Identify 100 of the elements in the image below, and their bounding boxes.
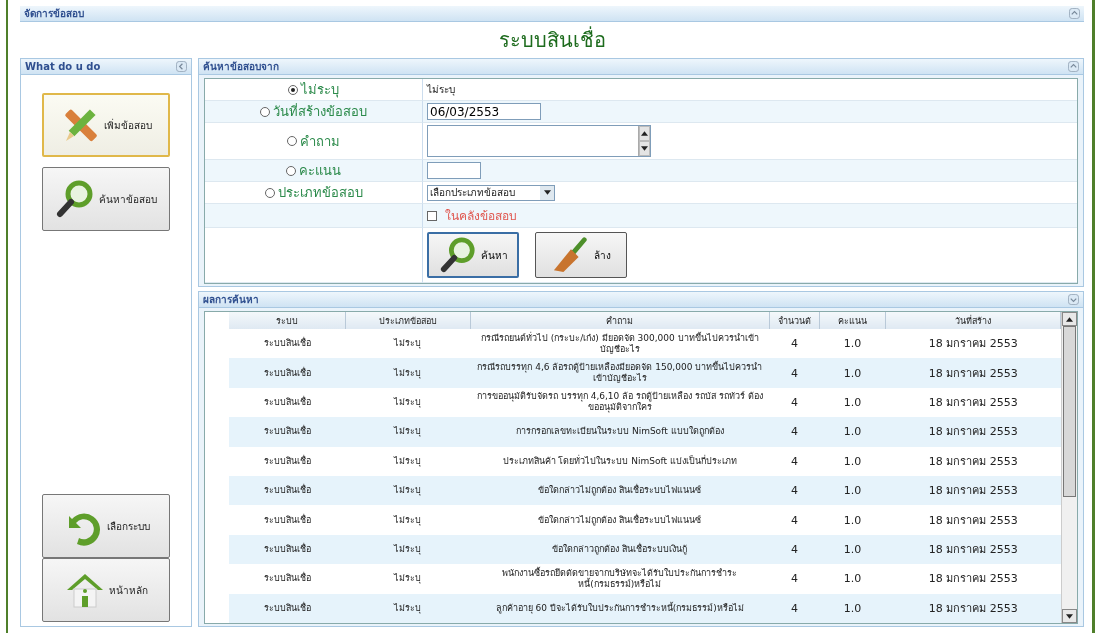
score-field[interactable]: [427, 162, 481, 179]
table-cell: ไม่ระบุ: [345, 446, 471, 476]
collapse-icon: [1069, 8, 1080, 19]
table-cell: 18 มกราคม 2553: [885, 475, 1061, 506]
radio-label: ประเภทข้อสอบ: [277, 184, 363, 202]
table-cell: 18 มกราคม 2553: [885, 417, 1061, 447]
table-cell: ระบบสินเชื่อ: [229, 593, 346, 623]
radio-button[interactable]: [264, 187, 275, 198]
table-cell: 1.0: [819, 387, 886, 418]
table-cell: ระบบสินเชื่อ: [229, 417, 346, 447]
table-cell: 18 มกราคม 2553: [885, 387, 1061, 418]
scrollbar[interactable]: [1061, 312, 1077, 623]
table-cell: 18 มกราคม 2553: [885, 505, 1061, 535]
value-text: ไม่ระบุ: [427, 83, 455, 97]
sidebar-title: What do u do: [25, 61, 101, 72]
table-cell: ระบบสินเชื่อ: [229, 387, 346, 418]
column-header[interactable]: วันที่สร้าง: [885, 312, 1061, 329]
table-cell: กรณีรถยนต์ทั่วไป (กระบะ/เก๋ง) มียอดจัด 300,000 บาทขึ้นไปควรนำเข้าบัญชีอะไร: [470, 329, 770, 359]
sidebar-button[interactable]: ค้นหาข้อสอบ: [42, 167, 170, 231]
question-field[interactable]: [427, 125, 651, 157]
table-cell: 4: [769, 329, 820, 359]
table-cell: 1.0: [819, 475, 886, 506]
type-dropdown[interactable]: เลือกประเภทข้อสอบ: [427, 184, 555, 201]
table-cell: 18 มกราคม 2553: [885, 358, 1061, 388]
table-cell: พนักงานซื้อรถยึดตัดขายจากบริษัทจะได้รับใบประกันการชำระหนี้(กรมธรรม์)หรือไม่: [470, 564, 770, 594]
table-cell: ระบบสินเชื่อ: [229, 329, 346, 359]
radio-button[interactable]: [288, 84, 298, 95]
table-cell: 4: [769, 417, 820, 447]
table-cell: 18 มกราคม 2553: [885, 564, 1061, 594]
column-header[interactable]: ระบบ: [229, 312, 346, 329]
sidebar-button[interactable]: เพิ่มข้อสอบ: [42, 93, 170, 157]
header-title: จัดการข้อสอบ: [24, 7, 84, 21]
table-cell: 18 มกราคม 2553: [885, 593, 1061, 623]
radio-button[interactable]: [287, 136, 297, 146]
radio-label: ไม่ระบุ: [301, 81, 339, 100]
table-cell: 4: [769, 593, 820, 623]
radio-label: คำถาม: [300, 132, 340, 151]
radio-label: วันที่สร้างข้อสอบ: [273, 102, 367, 121]
table-cell: 4: [769, 387, 820, 418]
table-cell: ระบบสินเชื่อ: [229, 475, 346, 506]
table-cell: ไม่ระบุ: [345, 593, 471, 623]
table-cell: 4: [769, 475, 820, 506]
checkbox[interactable]: [427, 210, 437, 221]
table-cell: 4: [769, 446, 820, 476]
spin-down-icon[interactable]: [641, 146, 648, 151]
sidebar-button[interactable]: เลือกระบบ: [42, 494, 170, 558]
table-cell: ระบบสินเชื่อ: [229, 446, 346, 476]
table-cell: 18 มกราคม 2553: [885, 534, 1061, 565]
table-cell: 1.0: [819, 417, 886, 447]
table-cell: ไม่ระบุ: [345, 358, 471, 388]
caret-icon[interactable]: [543, 190, 551, 195]
table-cell: ระบบสินเชื่อ: [229, 505, 346, 535]
scroll-down-icon[interactable]: [1066, 613, 1073, 619]
table-cell: 1.0: [819, 329, 886, 359]
checkbox-label: ในคลังข้อสอบ: [445, 208, 517, 225]
table-cell: 4: [769, 564, 820, 594]
table-cell: 4: [769, 534, 820, 565]
table-cell: ไม่ระบุ: [345, 387, 471, 418]
table-cell: ไม่ระบุ: [345, 417, 471, 447]
collapse-icon: [1068, 61, 1079, 72]
table-cell: 1.0: [819, 505, 886, 535]
spin-up-icon[interactable]: [641, 131, 648, 136]
table-cell: 1.0: [819, 593, 886, 623]
radio-button[interactable]: [260, 106, 270, 117]
date-field[interactable]: 06/03/2553: [427, 103, 541, 120]
table-cell: ข้อใดกล่าวถูกต้อง สินเชื่อระบบเงินกู้: [470, 534, 770, 565]
table-cell: 1.0: [819, 358, 886, 388]
table-cell: ระบบสินเชื่อ: [229, 564, 346, 594]
action-button[interactable]: ล้าง: [535, 232, 627, 278]
column-header[interactable]: จำนวนตั: [769, 312, 820, 329]
table-cell: กรณีรถบรรทุก 4,6 ล้อรถตู้ป้ายเหลืองมียอดจัด 150,000 บาทขึ้นไปควรนำเข้าบัญชีอะไร: [470, 358, 770, 388]
panel-title: ผลการค้นหา: [203, 293, 259, 307]
action-button[interactable]: ค้นหา: [427, 232, 519, 278]
panel-title: ค้นหาข้อสอบจาก: [203, 60, 279, 74]
collapse-icon: [1068, 294, 1079, 305]
table-cell: 4: [769, 358, 820, 388]
table-cell: ไม่ระบุ: [345, 564, 471, 594]
table-cell: 18 มกราคม 2553: [885, 446, 1061, 476]
table-cell: ประเภทสินค้า โดยทั่วไปในระบบ NimSoft แบ่งเป็นกี่ประเภท: [470, 446, 770, 476]
magnifier-icon: [55, 179, 95, 219]
table-cell: ระบบสินเชื่อ: [229, 358, 346, 388]
column-header[interactable]: คำถาม: [470, 312, 770, 329]
table-cell: 1.0: [819, 534, 886, 565]
table-cell: การกรอกเลขทะเบียนในระบบ NimSoft แบบใดถูกต้อง: [470, 417, 770, 447]
table-cell: ข้อใดกล่าวไม่ถูกต้อง สินเชื่อระบบไฟแนนซ์: [470, 475, 770, 506]
table-cell: 4: [769, 505, 820, 535]
radio-label: คะแนน: [299, 162, 341, 180]
table-cell: ไม่ระบุ: [345, 329, 471, 359]
sidebar-button[interactable]: หน้าหลัก: [42, 558, 170, 622]
scroll-up-icon[interactable]: [1066, 316, 1073, 322]
column-header[interactable]: ประเภทข้อสอบ: [345, 312, 471, 329]
page-title: ระบบสินเชื่อ: [497, 26, 607, 54]
table-cell: ไม่ระบุ: [345, 505, 471, 535]
column-header[interactable]: คะแนน: [819, 312, 886, 329]
collapse-icon: [176, 61, 187, 72]
table-cell: 1.0: [819, 564, 886, 594]
table-cell: ลูกค้าอายุ 60 ปีจะได้รับใบประกันการชำระหนี้(กรมธรรม์)หรือไม่: [470, 593, 770, 623]
radio-button[interactable]: [286, 165, 296, 176]
table-cell: ข้อใดกล่าวไม่ถูกต้อง สินเชื่อระบบไฟแนนซ์: [470, 505, 770, 535]
table-cell: ระบบสินเชื่อ: [229, 534, 346, 565]
